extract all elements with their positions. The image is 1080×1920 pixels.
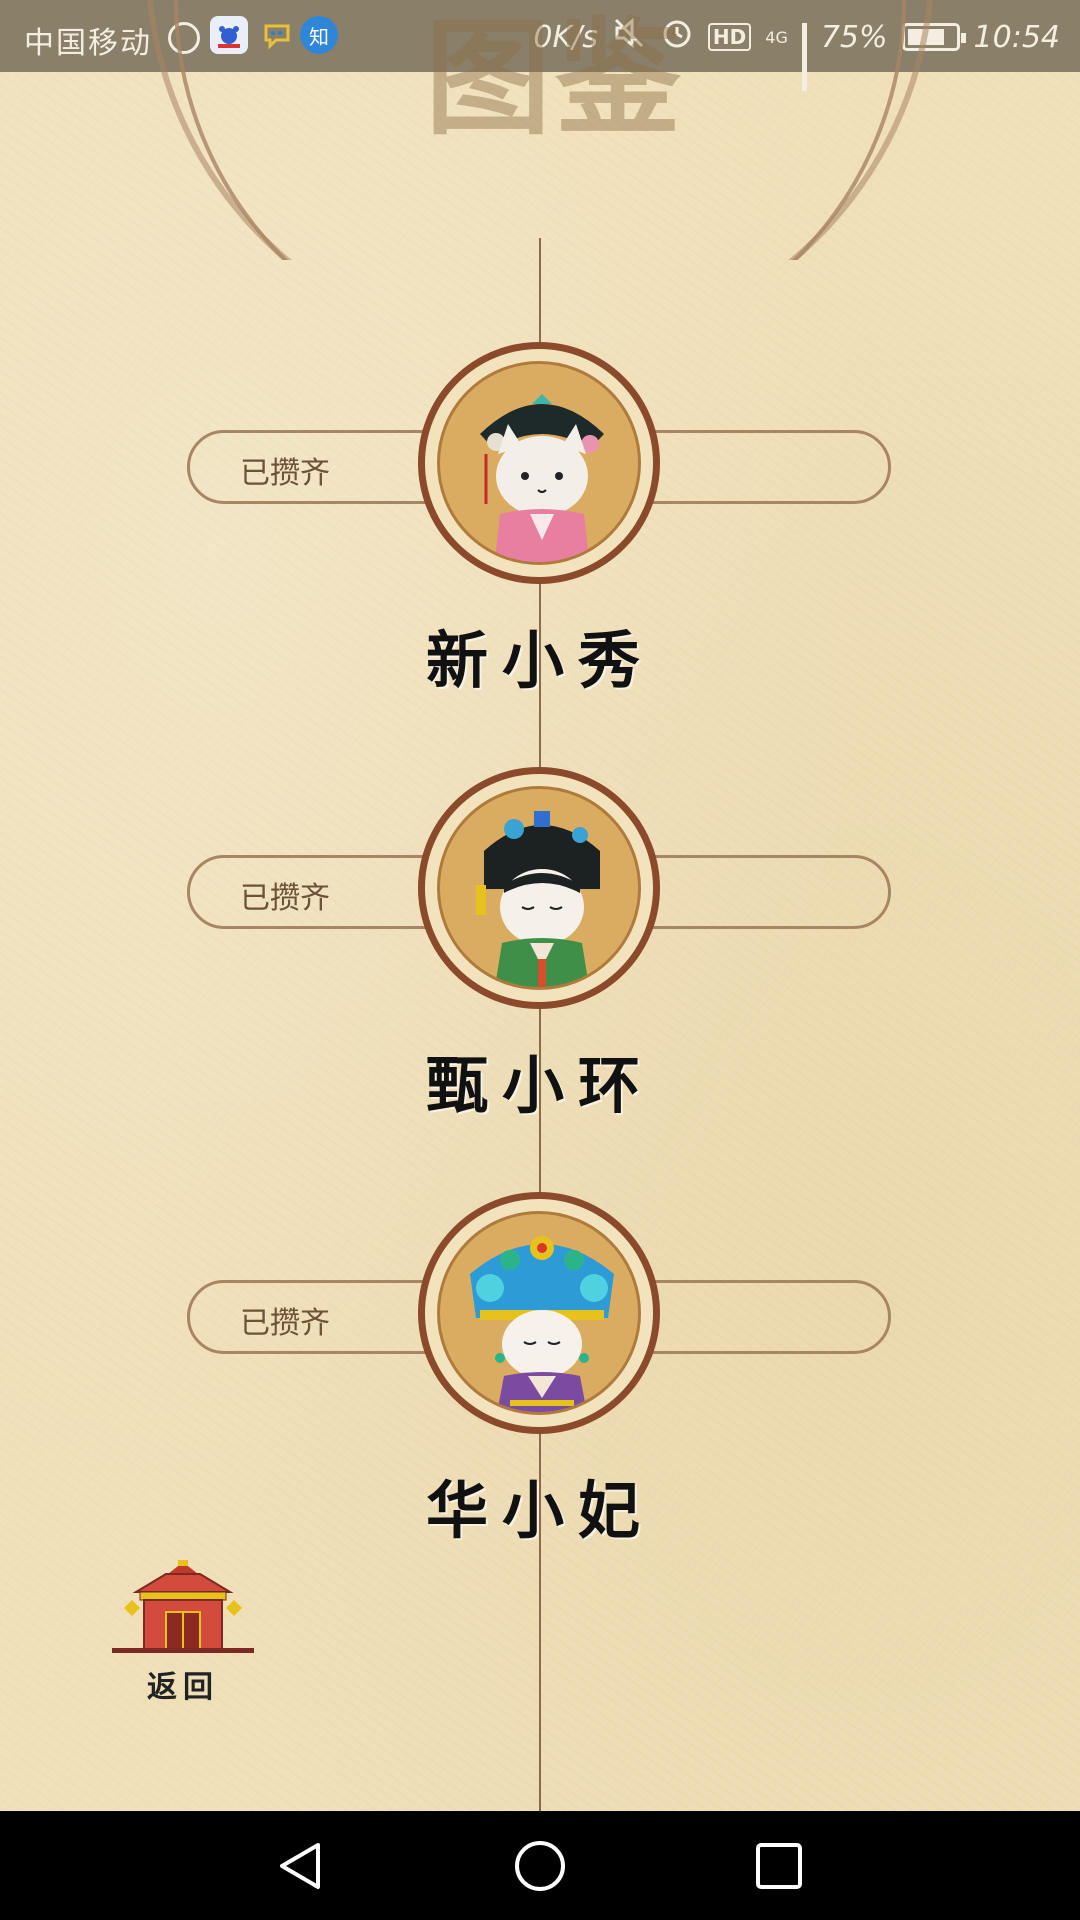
back-button[interactable]: 返回 (108, 1560, 258, 1705)
pavilion-icon (112, 1560, 254, 1653)
character-name: 甄小环 (425, 1049, 654, 1122)
character-portrait[interactable] (418, 342, 660, 584)
character-name: 华小妃 (425, 1474, 654, 1547)
character-avatar-icon (476, 811, 600, 987)
status-label: 已攒齐 (240, 881, 330, 916)
recents-nav-icon[interactable] (752, 1839, 806, 1893)
character-name: 新小秀 (425, 624, 654, 697)
page-title: 图鉴 (425, 4, 685, 152)
status-label: 已攒齐 (240, 456, 330, 491)
character-avatar-icon (480, 394, 604, 562)
navigation-bar (0, 1811, 1080, 1920)
back-label: 返回 (147, 1670, 219, 1705)
back-nav-icon[interactable] (274, 1839, 328, 1893)
character-portrait[interactable] (418, 1192, 660, 1434)
character-portrait[interactable] (418, 767, 660, 1009)
character-avatar-icon (470, 1236, 614, 1412)
status-label: 已攒齐 (240, 1306, 330, 1341)
home-nav-icon[interactable] (513, 1839, 567, 1893)
